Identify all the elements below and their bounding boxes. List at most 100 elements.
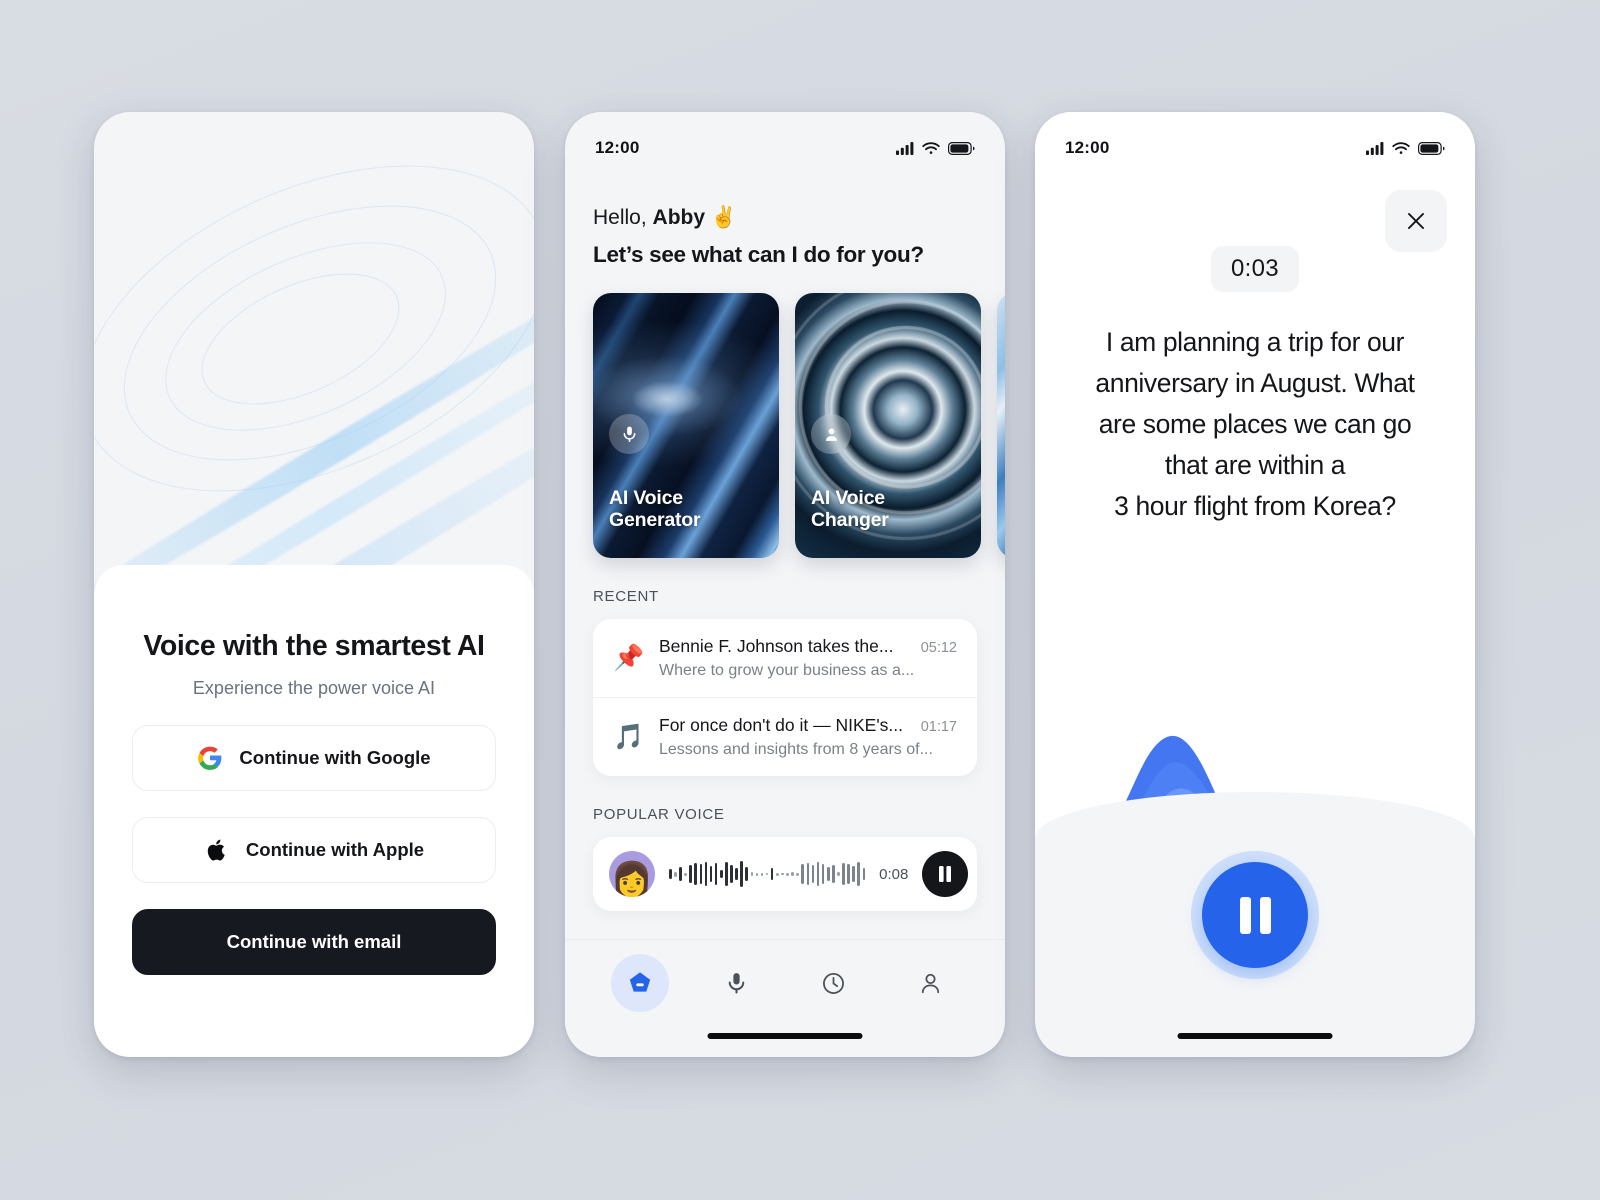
signin-sheet: Voice with the smartest AI Experience th… bbox=[94, 565, 534, 1057]
pause-icon bbox=[1202, 862, 1308, 968]
continue-with-google-label: Continue with Google bbox=[239, 747, 431, 769]
waveform-bar bbox=[862, 868, 866, 880]
waveform-bar bbox=[811, 865, 815, 883]
waveform-bar bbox=[755, 872, 759, 876]
pause-icon bbox=[939, 866, 952, 882]
waveform-bar bbox=[765, 872, 769, 876]
feature-card-carousel[interactable]: AI Voice Generator AI Voice Changer bbox=[593, 293, 1005, 558]
greeting-name: Abby bbox=[652, 206, 706, 229]
waveform-bar bbox=[857, 862, 861, 886]
google-icon bbox=[197, 745, 223, 771]
popular-voice-section-title: POPULAR VOICE bbox=[593, 806, 725, 823]
list-item-body: For once don't do it — NIKE's... 01:17 L… bbox=[659, 715, 957, 759]
wifi-icon bbox=[1392, 141, 1410, 155]
card-label-line2: Changer bbox=[811, 509, 889, 532]
waveform-bar bbox=[801, 864, 805, 884]
waveform-bar bbox=[674, 871, 677, 877]
waveform-bar bbox=[775, 872, 779, 876]
pause-button[interactable] bbox=[1191, 851, 1319, 979]
waveform-bar bbox=[689, 865, 692, 883]
tab-profile[interactable] bbox=[882, 954, 979, 1012]
list-item-header: Bennie F. Johnson takes the... 05:12 bbox=[659, 636, 957, 657]
list-item-title: Bennie F. Johnson takes the... bbox=[659, 636, 894, 656]
cellular-icon bbox=[1366, 141, 1384, 155]
home-indicator bbox=[707, 1033, 863, 1039]
card-ai-voice-generator[interactable]: AI Voice Generator bbox=[593, 293, 779, 558]
card-label: AI Voice Generator bbox=[609, 487, 769, 532]
card-label-line1: AI Voice bbox=[609, 486, 683, 509]
continue-with-email-button[interactable]: Continue with email bbox=[132, 909, 496, 976]
card-next-preview[interactable] bbox=[997, 293, 1005, 558]
list-item-body: Bennie F. Johnson takes the... 05:12 Whe… bbox=[659, 636, 957, 680]
waveform-bar bbox=[791, 872, 794, 876]
microphone-icon bbox=[708, 954, 766, 1012]
continue-with-google-button[interactable]: Continue with Google bbox=[132, 725, 496, 792]
waveform[interactable] bbox=[669, 857, 866, 891]
close-button[interactable] bbox=[1385, 190, 1447, 252]
bottom-tab-bar bbox=[565, 939, 1005, 1057]
waveform-bar bbox=[735, 868, 738, 880]
status-time: 12:00 bbox=[1065, 138, 1110, 157]
person-icon bbox=[902, 954, 960, 1012]
page-title: Voice with the smartest AI bbox=[143, 630, 485, 662]
waveform-bar bbox=[704, 862, 708, 886]
list-item-duration: 05:12 bbox=[920, 640, 957, 656]
recording-timer: 0:03 bbox=[1211, 246, 1299, 292]
list-item-header: For once don't do it — NIKE's... 01:17 bbox=[659, 715, 957, 736]
waveform-bar bbox=[684, 872, 687, 876]
home-pentagon-icon bbox=[610, 954, 669, 1012]
recent-list: 📌 Bennie F. Johnson takes the... 05:12 W… bbox=[593, 619, 977, 776]
list-item-title: For once don't do it — NIKE's... bbox=[659, 715, 904, 735]
waveform-bar bbox=[786, 872, 789, 876]
status-time: 12:00 bbox=[595, 138, 640, 157]
recent-section-title: RECENT bbox=[593, 588, 659, 605]
waveform-bar bbox=[679, 867, 682, 881]
popular-voice-item[interactable]: 👩 0:08 bbox=[593, 837, 977, 911]
tab-record[interactable] bbox=[688, 954, 785, 1012]
clock-icon bbox=[805, 954, 863, 1012]
battery-icon bbox=[948, 141, 975, 155]
waveform-bar bbox=[781, 872, 784, 876]
waveform-bar bbox=[714, 863, 718, 885]
waveform-bar bbox=[669, 869, 672, 879]
tab-home[interactable] bbox=[591, 954, 688, 1012]
home-indicator bbox=[1177, 1033, 1333, 1039]
phone-playback: 12:00 0:03 I am planning a trip for our … bbox=[1035, 112, 1475, 1057]
tab-history[interactable] bbox=[785, 954, 882, 1012]
cellular-icon bbox=[896, 141, 914, 155]
list-item[interactable]: 📌 Bennie F. Johnson takes the... 05:12 W… bbox=[593, 619, 977, 697]
card-label: AI Voice Changer bbox=[811, 487, 971, 532]
waveform-bar bbox=[699, 864, 703, 884]
home-content: Hello, Abby ✌️ Let’s see what can I do f… bbox=[565, 206, 1005, 911]
waveform-bar bbox=[816, 862, 820, 886]
waveform-bar bbox=[852, 866, 855, 882]
waveform-bar bbox=[826, 867, 830, 881]
greeting-question: Let’s see what can I do for you? bbox=[593, 242, 924, 267]
wifi-icon bbox=[922, 141, 940, 155]
pause-button[interactable] bbox=[922, 851, 969, 897]
transcript-line: are some places we can go bbox=[1098, 409, 1412, 440]
list-item-duration: 01:17 bbox=[920, 719, 957, 735]
battery-icon bbox=[1418, 141, 1445, 155]
waveform-bar bbox=[719, 870, 723, 878]
waveform-bar bbox=[821, 864, 825, 884]
continue-with-apple-label: Continue with Apple bbox=[245, 839, 425, 861]
status-icons bbox=[1366, 141, 1445, 155]
list-item[interactable]: 🎵 For once don't do it — NIKE's... 01:17… bbox=[593, 697, 977, 776]
continue-with-apple-button[interactable]: Continue with Apple bbox=[132, 817, 496, 884]
card-ai-voice-changer[interactable]: AI Voice Changer bbox=[795, 293, 981, 558]
waveform-bar bbox=[842, 863, 845, 885]
apple-icon bbox=[204, 837, 230, 863]
avatar: 👩 bbox=[609, 851, 655, 897]
waveform-bar bbox=[770, 868, 774, 880]
card-label-line2: Generator bbox=[609, 509, 701, 532]
transcript-line: 3 hour flight from Korea? bbox=[1114, 491, 1396, 522]
phone-home: 12:00 Hello, Abby ✌️ Let’s see what can … bbox=[565, 112, 1005, 1057]
page-subtitle: Experience the power voice AI bbox=[192, 678, 436, 699]
waveform-bar bbox=[725, 862, 728, 886]
music-note-icon: 🎵 bbox=[613, 722, 645, 751]
playback-screen: 12:00 0:03 I am planning a trip for our … bbox=[1035, 112, 1475, 1057]
waveform-bar bbox=[796, 872, 799, 876]
waveform-bar bbox=[740, 861, 743, 887]
list-item-subtitle: Where to grow your business as a... bbox=[659, 662, 915, 679]
